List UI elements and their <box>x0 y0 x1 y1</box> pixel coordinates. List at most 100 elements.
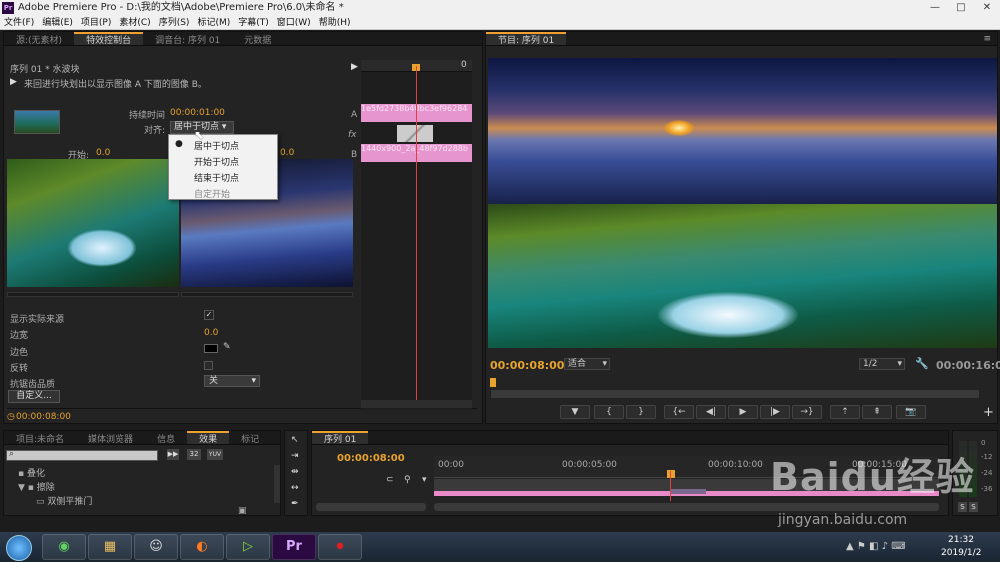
snap-icon[interactable]: ⊂ <box>386 475 394 485</box>
wrench-icon[interactable]: 🔧 <box>915 357 929 370</box>
ripple-edit-tool-icon[interactable]: ⇹ <box>291 467 299 477</box>
menu-clip[interactable]: 素材(C) <box>115 16 154 30</box>
effect-controls-timecode[interactable]: 00:00:08:00 <box>16 412 71 422</box>
play-transition-icon[interactable]: ▶ <box>10 77 17 87</box>
extract-button[interactable]: ⇞ <box>862 405 892 419</box>
yuv-badge[interactable]: YUV <box>207 449 223 460</box>
tab-effects[interactable]: 效果 <box>187 431 230 444</box>
pen-tool-icon[interactable]: ✒ <box>291 499 299 509</box>
mini-transition-block[interactable] <box>397 125 433 142</box>
menu-marker[interactable]: 标记(M) <box>193 16 234 30</box>
start-button[interactable] <box>6 535 32 561</box>
antialias-select[interactable]: 关 ▾ <box>204 375 260 387</box>
timeline-zoom-slider[interactable] <box>316 503 426 511</box>
go-to-out-button[interactable]: →} <box>792 405 822 419</box>
maximize-button[interactable]: □ <box>948 0 974 16</box>
timeline-playhead-handle[interactable] <box>667 470 675 478</box>
quality-select[interactable]: 1/2 ▾ <box>859 358 905 370</box>
tree-item-wipe[interactable]: ▼ ▪ 擦除 <box>18 480 55 493</box>
menu-title[interactable]: 字幕(T) <box>234 16 273 30</box>
mini-playhead-line <box>416 66 417 402</box>
mini-scrollbar[interactable] <box>361 400 472 408</box>
tab-markers[interactable]: 标记 <box>229 433 271 444</box>
tree-item-dissolve[interactable]: ▪ 叠化 <box>18 466 45 479</box>
show-actual-sources-checkbox[interactable]: ✓ <box>204 310 214 320</box>
add-button-icon[interactable]: + <box>983 405 994 420</box>
export-frame-button[interactable]: 📷 <box>896 405 926 419</box>
close-button[interactable]: ✕ <box>974 0 1000 16</box>
tab-project[interactable]: 项目:未命名 <box>4 433 76 444</box>
program-time-ruler[interactable] <box>490 389 980 399</box>
menu-window[interactable]: 窗口(W) <box>273 16 315 30</box>
dropdown-option-start[interactable]: 开始于切点 <box>194 155 239 168</box>
fit-select[interactable]: 适合 ▾ <box>564 358 610 370</box>
mark-in-button[interactable]: { <box>594 405 624 419</box>
effects-search-input[interactable]: ⌕ <box>6 449 158 461</box>
eyedropper-icon[interactable]: ✎ <box>223 342 231 352</box>
browser-360-icon[interactable]: ◉ <box>42 534 86 560</box>
timeline-scrollbar[interactable] <box>434 503 939 511</box>
transition-marker[interactable] <box>670 489 706 494</box>
go-to-in-button[interactable]: {← <box>664 405 694 419</box>
start-value[interactable]: 0.0 <box>96 148 110 158</box>
step-back-button[interactable]: ◀| <box>696 405 726 419</box>
start-slider[interactable] <box>7 292 179 297</box>
end-slider[interactable] <box>181 292 353 297</box>
menu-file[interactable]: 文件(F) <box>0 16 38 30</box>
32bit-badge[interactable]: 32 <box>187 449 201 460</box>
menu-sequence[interactable]: 序列(S) <box>155 16 194 30</box>
timeline-timecode[interactable]: 00:00:08:00 <box>337 453 405 464</box>
effects-scrollbar[interactable] <box>274 465 280 503</box>
selection-tool-icon[interactable]: ↖ <box>291 435 299 445</box>
preview-image-a <box>7 159 179 287</box>
end-value[interactable]: 0.0 <box>280 148 294 158</box>
tab-info[interactable]: 信息 <box>145 433 187 444</box>
program-current-timecode[interactable]: 00:00:08:00 <box>490 359 564 372</box>
tab-sequence[interactable]: 序列 01 <box>312 431 369 444</box>
camtasia-icon[interactable]: ▷ <box>226 534 270 560</box>
menu-help[interactable]: 帮助(H) <box>315 16 355 30</box>
firefox-icon[interactable]: ◐ <box>180 534 224 560</box>
border-color-swatch[interactable] <box>204 344 218 353</box>
accelerated-effects-icon[interactable]: ▶▶ <box>167 449 179 460</box>
explorer-icon[interactable]: ▦ <box>88 534 132 560</box>
duration-value[interactable]: 00:00:01:00 <box>170 108 225 118</box>
program-playhead-handle[interactable] <box>490 378 496 387</box>
play-button[interactable]: ▶ <box>728 405 758 419</box>
menu-project[interactable]: 项目(P) <box>77 16 115 30</box>
dropdown-option-end[interactable]: 结束于切点 <box>194 171 239 184</box>
tab-metadata[interactable]: 元数据 <box>232 34 283 45</box>
border-width-value[interactable]: 0.0 <box>204 328 218 338</box>
slip-tool-icon[interactable]: ↔ <box>291 483 299 493</box>
new-folder-icon[interactable]: ▣ <box>238 506 247 516</box>
panel-menu-icon[interactable]: ≡ <box>983 32 997 45</box>
solo-left-button[interactable]: S <box>958 502 967 512</box>
minimize-button[interactable]: — <box>922 0 948 16</box>
program-duration: 00:00:16:00 <box>936 359 1000 372</box>
marker-icon[interactable]: ▾ <box>422 475 427 485</box>
add-marker-button[interactable]: ▼ <box>560 405 590 419</box>
tab-effect-controls[interactable]: 特效控制台 <box>74 32 144 45</box>
qq-icon[interactable]: ☺ <box>134 534 178 560</box>
custom-button[interactable]: 自定义... <box>8 390 60 403</box>
tray-icons[interactable]: ▲ ⚑ ◧ ♪ ⌨ <box>846 541 906 552</box>
menu-edit[interactable]: 编辑(E) <box>38 16 77 30</box>
expand-arrow-icon[interactable]: ▶ <box>351 62 358 72</box>
recorder-icon[interactable]: ⏺ <box>318 534 362 560</box>
mark-out-button[interactable]: } <box>626 405 656 419</box>
premiere-taskbar-icon[interactable]: Pr <box>272 534 316 560</box>
lift-button[interactable]: ⇡ <box>830 405 860 419</box>
clock-time[interactable]: 21:32 <box>948 535 974 545</box>
solo-right-button[interactable]: S <box>969 502 978 512</box>
tab-audio-mixer[interactable]: 调音台: 序列 01 <box>143 34 232 45</box>
tab-source[interactable]: 源:(无素材) <box>4 34 74 45</box>
track-select-tool-icon[interactable]: ⇥ <box>291 451 299 461</box>
tab-program-monitor[interactable]: 节目: 序列 01 <box>486 32 567 45</box>
tree-item-double-door[interactable]: ▭ 双侧平推门 <box>36 494 92 507</box>
ruler-label-10: 00:00:10:00 <box>708 460 763 470</box>
reverse-checkbox[interactable] <box>204 361 213 370</box>
clock-date[interactable]: 2019/1/2 <box>941 548 981 558</box>
tab-media-browser[interactable]: 媒体浏览器 <box>76 433 145 444</box>
step-forward-button[interactable]: |▶ <box>760 405 790 419</box>
link-icon[interactable]: ⚲ <box>404 475 411 485</box>
